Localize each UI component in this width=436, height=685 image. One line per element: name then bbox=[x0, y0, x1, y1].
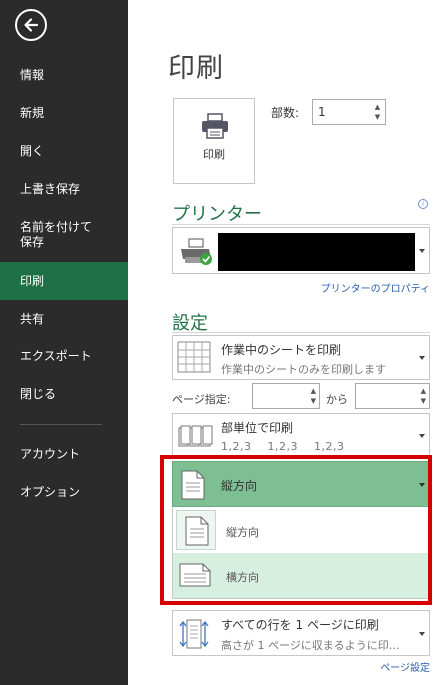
nav-divider bbox=[20, 424, 102, 425]
stepper-up-icon[interactable]: ▲ bbox=[373, 103, 382, 111]
nav-account[interactable]: アカウント bbox=[0, 435, 128, 473]
stepper-down-icon[interactable]: ▼ bbox=[311, 397, 316, 405]
scaling-dropdown[interactable]: すべての行を 1 ページに印刷 高さが 1 ページに収まるように印… bbox=[172, 610, 430, 656]
copies-stepper[interactable]: 1 ▲ ▼ bbox=[312, 99, 386, 125]
arrow-left-icon bbox=[24, 18, 39, 32]
chevron-down-icon bbox=[419, 356, 425, 360]
nav-open[interactable]: 開く bbox=[0, 132, 128, 170]
scaling-main: すべての行を 1 ページに印刷 bbox=[221, 618, 379, 632]
backstage-sidebar: 情報 新規 開く 上書き保存 名前を付けて 保存 印刷 共有 エクスポート 閉じ… bbox=[0, 0, 128, 685]
printer-section-rule bbox=[172, 224, 430, 225]
pages-label: ページ指定: bbox=[172, 393, 231, 406]
settings-section-rule bbox=[172, 332, 430, 333]
print-range-dropdown[interactable]: 作業中のシートを印刷 作業中のシートのみを印刷します bbox=[172, 335, 430, 380]
collate-pages-icon bbox=[178, 425, 213, 447]
back-button[interactable] bbox=[15, 9, 47, 41]
copies-label: 部数: bbox=[271, 106, 300, 120]
info-icon[interactable]: i bbox=[418, 199, 428, 209]
collate-sub: 1,2,3 1,2,3 1,2,3 bbox=[221, 440, 345, 453]
chevron-down-icon bbox=[419, 249, 425, 253]
nav-new[interactable]: 新規 bbox=[0, 94, 128, 132]
sheet-grid-icon bbox=[177, 341, 211, 373]
print-button[interactable]: 印刷 bbox=[173, 98, 255, 184]
fit-rows-icon bbox=[179, 619, 209, 649]
scaling-sub: 高さが 1 ページに収まるように印… bbox=[221, 639, 400, 652]
printer-ready-icon bbox=[181, 238, 212, 265]
nav-close[interactable]: 閉じる bbox=[0, 375, 128, 413]
page-title: 印刷 bbox=[168, 53, 224, 84]
nav-options[interactable]: オプション bbox=[0, 473, 128, 511]
nav-print[interactable]: 印刷 bbox=[0, 262, 128, 300]
nav-save-as-line2: 保存 bbox=[20, 235, 45, 249]
stepper-down-icon[interactable]: ▼ bbox=[421, 397, 426, 405]
page-to-stepper[interactable]: ▲ ▼ bbox=[355, 383, 430, 409]
collate-dropdown[interactable]: 部単位で印刷 1,2,3 1,2,3 1,2,3 bbox=[172, 413, 430, 459]
print-range-main: 作業中のシートを印刷 bbox=[221, 343, 342, 357]
nav-save[interactable]: 上書き保存 bbox=[0, 170, 128, 208]
print-button-label: 印刷 bbox=[203, 148, 225, 161]
print-range-sub: 作業中のシートのみを印刷します bbox=[221, 363, 386, 376]
collate-main: 部単位で印刷 bbox=[221, 421, 294, 435]
nav-save-as-line1: 名前を付けて bbox=[20, 220, 93, 234]
pages-to-label: から bbox=[326, 393, 348, 406]
printer-icon bbox=[202, 113, 228, 139]
stepper-down-icon[interactable]: ▼ bbox=[373, 113, 382, 121]
highlight-frame bbox=[160, 455, 432, 605]
page-from-stepper[interactable]: ▲ ▼ bbox=[252, 383, 320, 409]
nav-export[interactable]: エクスポート bbox=[0, 337, 128, 375]
stepper-up-icon[interactable]: ▲ bbox=[311, 387, 316, 395]
stepper-up-icon[interactable]: ▲ bbox=[421, 387, 426, 395]
nav-save-as[interactable]: 名前を付けて 保存 bbox=[0, 211, 128, 259]
nav-info[interactable]: 情報 bbox=[0, 56, 128, 94]
copies-value: 1 bbox=[318, 105, 326, 119]
chevron-down-icon bbox=[419, 434, 425, 438]
nav-share[interactable]: 共有 bbox=[0, 300, 128, 338]
printer-name-redacted bbox=[218, 233, 415, 271]
printer-section-title: プリンター bbox=[172, 204, 262, 225]
printer-dropdown[interactable] bbox=[172, 227, 430, 274]
printer-properties-link[interactable]: プリンターのプロパティ bbox=[321, 280, 430, 295]
page-setup-link[interactable]: ページ設定 bbox=[380, 659, 430, 674]
chevron-down-icon bbox=[419, 632, 425, 636]
